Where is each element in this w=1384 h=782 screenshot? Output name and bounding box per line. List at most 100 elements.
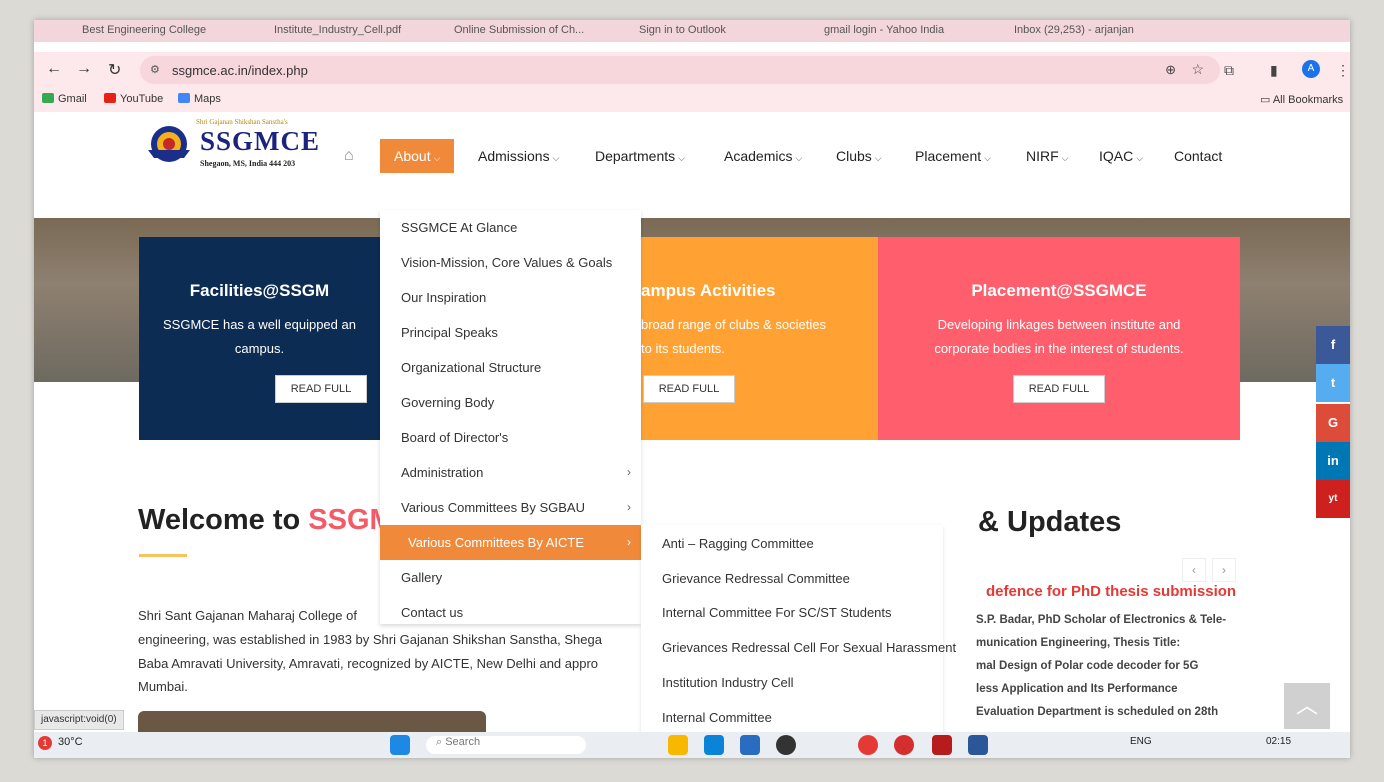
updates-heading: & Updates: [978, 506, 1122, 538]
menu-item-org-structure[interactable]: Organizational Structure: [380, 350, 641, 385]
submenu-internal-committee[interactable]: Internal Committee: [662, 710, 772, 725]
tab-1[interactable]: Best Engineering College: [82, 24, 252, 42]
twitter-icon[interactable]: t: [1316, 364, 1350, 402]
read-full-button[interactable]: READ FULL: [1013, 375, 1105, 403]
menu-item-board[interactable]: Board of Director's: [380, 420, 641, 455]
store-icon[interactable]: [740, 735, 760, 755]
menu-item-vision-mission[interactable]: Vision-Mission, Core Values & Goals: [380, 245, 641, 280]
acrobat-icon[interactable]: [932, 735, 952, 755]
menu-item-administration[interactable]: Administration ›: [380, 455, 641, 490]
forward-icon[interactable]: →: [76, 60, 92, 78]
submenu-grievance[interactable]: Grievance Redressal Committee: [662, 571, 850, 586]
tab-3[interactable]: Online Submission of Ch...: [454, 24, 604, 42]
intro-line: engineering, was established in 1983 by …: [138, 632, 602, 647]
scroll-to-top-icon[interactable]: ︿: [1284, 683, 1330, 729]
news-title[interactable]: defence for PhD thesis submission: [986, 583, 1236, 600]
menu-item-principal[interactable]: Principal Speaks: [380, 315, 641, 350]
site-logo[interactable]: Shri Gajanan Shikshan Sanstha's SSGMCE S…: [144, 116, 319, 176]
search-label: Search: [445, 736, 481, 748]
read-full-button[interactable]: READ FULL: [275, 375, 367, 403]
nav-clubs[interactable]: Clubs ⌵: [836, 139, 882, 173]
menu-item-sgbau[interactable]: Various Committees By SGBAU ›: [380, 490, 641, 525]
windows-start-icon[interactable]: [390, 735, 410, 755]
chevron-down-icon: ⌵: [678, 153, 685, 163]
card-text-line: corporate bodies in the interest of stud…: [934, 341, 1184, 356]
clock[interactable]: 02:15: [1266, 736, 1291, 747]
submenu-sc-st[interactable]: Internal Committee For SC/ST Students: [662, 605, 892, 620]
tab-6[interactable]: Inbox (29,253) - arjanjan: [1014, 24, 1164, 42]
site-info-icon[interactable]: ⚙: [150, 63, 160, 76]
nav-iqac[interactable]: IQAC ⌵: [1099, 139, 1143, 173]
bookmarks-bar: Gmail YouTube Maps ▭ All Bookmarks: [34, 88, 1350, 112]
youtube-social-icon[interactable]: yt: [1316, 480, 1350, 518]
nav-placement[interactable]: Placement ⌵: [915, 139, 991, 173]
opera-icon[interactable]: [894, 735, 914, 755]
folder-icon: ▭: [1260, 94, 1273, 106]
maps-icon: [178, 93, 190, 103]
heading-underline: [139, 554, 187, 557]
nav-label: Admissions: [478, 148, 550, 164]
aicte-submenu: Anti – Ragging Committee Grievance Redre…: [641, 525, 956, 732]
menu-item-gallery[interactable]: Gallery: [380, 560, 641, 595]
submenu-industry-cell[interactable]: Institution Industry Cell: [662, 675, 794, 690]
menu-item-contact[interactable]: Contact us: [380, 595, 641, 630]
read-full-button[interactable]: READ FULL: [643, 375, 735, 403]
card-campus-activities: ampus Activities broad range of clubs & …: [641, 237, 878, 440]
chrome-icon[interactable]: [858, 735, 878, 755]
all-bookmarks[interactable]: ▭ All Bookmarks: [1260, 93, 1343, 106]
bookmark-maps[interactable]: Maps: [178, 93, 221, 105]
gallery-photo: [138, 711, 486, 732]
reload-icon[interactable]: ↻: [108, 60, 121, 80]
prev-button[interactable]: ‹: [1182, 558, 1206, 582]
extensions-icon[interactable]: ⧉: [1224, 62, 1234, 79]
profile-avatar[interactable]: A: [1302, 60, 1320, 78]
word-icon[interactable]: [968, 735, 988, 755]
menu-item-aicte[interactable]: Various Committees By AICTE ›: [380, 525, 641, 560]
kebab-menu-icon[interactable]: ⋮: [1336, 62, 1350, 79]
menu-item-inspiration[interactable]: Our Inspiration: [380, 280, 641, 315]
menu-item-at-glance[interactable]: SSGMCE At Glance: [380, 210, 641, 245]
home-icon[interactable]: ⌂: [344, 139, 354, 173]
bookmark-gmail[interactable]: Gmail: [42, 93, 87, 105]
language-indicator[interactable]: ENG: [1130, 736, 1152, 747]
tab-4[interactable]: Sign in to Outlook: [639, 24, 789, 42]
college-emblem-icon: [148, 126, 190, 162]
next-button[interactable]: ›: [1212, 558, 1236, 582]
url-text: ssgmce.ac.in/index.php: [172, 63, 308, 78]
nav-about[interactable]: About ⌵: [380, 139, 455, 173]
weather-temp[interactable]: 30°C: [58, 736, 83, 748]
menu-item-governing-body[interactable]: Governing Body: [380, 385, 641, 420]
nav-contact[interactable]: Contact: [1174, 139, 1222, 173]
news-line: Evaluation Department is scheduled on 28…: [976, 706, 1219, 718]
nav-departments[interactable]: Departments ⌵: [595, 139, 685, 173]
weather-badge: 1: [38, 736, 52, 750]
news-line: munication Engineering, Thesis Title:: [976, 637, 1181, 649]
youtube-icon: [104, 93, 116, 103]
sidepanel-icon[interactable]: ▮: [1270, 62, 1278, 79]
address-bar[interactable]: ⚙ ssgmce.ac.in/index.php ⊕ ☆: [140, 56, 1220, 84]
file-explorer-icon[interactable]: [668, 735, 688, 755]
chevron-down-icon: ⌵: [874, 153, 882, 163]
card-text-line: Developing linkages between institute an…: [937, 317, 1181, 332]
star-icon[interactable]: ☆: [1191, 61, 1204, 78]
nav-label: Contact: [1174, 148, 1223, 164]
edge-icon[interactable]: [704, 735, 724, 755]
taskbar-search[interactable]: ⌕ Search: [426, 736, 586, 754]
google-plus-icon[interactable]: G: [1316, 404, 1350, 442]
nav-label: NIRF: [1026, 148, 1059, 164]
zoom-icon[interactable]: ⊕: [1165, 62, 1176, 78]
nav-nirf[interactable]: NIRF ⌵: [1026, 139, 1069, 173]
back-icon[interactable]: ←: [46, 60, 62, 78]
welcome-prefix: Welcome to: [138, 504, 309, 536]
tab-5[interactable]: gmail login - Yahoo India: [824, 24, 974, 42]
submenu-anti-ragging[interactable]: Anti – Ragging Committee: [662, 536, 814, 551]
submenu-sexual-harassment[interactable]: Grievances Redressal Cell For Sexual Har…: [662, 640, 956, 655]
nav-admissions[interactable]: Admissions ⌵: [478, 139, 559, 173]
nav-academics[interactable]: Academics ⌵: [724, 139, 802, 173]
facebook-icon[interactable]: f: [1316, 326, 1350, 364]
nav-label: About: [394, 148, 431, 164]
bookmark-youtube[interactable]: YouTube: [104, 93, 163, 105]
tab-2[interactable]: Institute_Industry_Cell.pdf: [274, 24, 434, 42]
linkedin-icon[interactable]: in: [1316, 442, 1350, 480]
dell-icon[interactable]: [776, 735, 796, 755]
